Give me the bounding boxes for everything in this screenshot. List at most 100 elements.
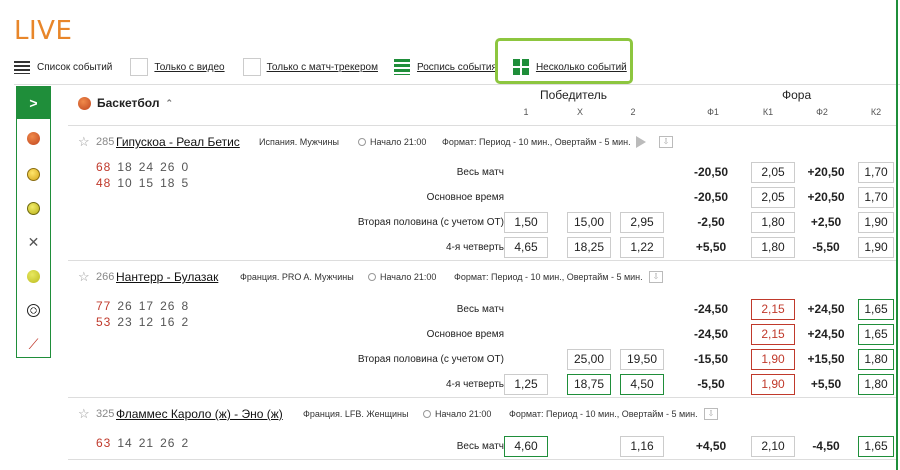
handicap-f1: -15,50 — [693, 352, 729, 366]
event-header: ☆ 325 Фламмес Кароло (ж) - Эно (ж) Франц… — [68, 398, 896, 434]
handicap-f2: +20,50 — [807, 165, 845, 179]
basketball-icon[interactable] — [17, 119, 50, 157]
odds-k1[interactable]: 2,15 — [751, 299, 795, 320]
odds-k1[interactable]: 1,80 — [751, 212, 795, 233]
event-number: 285 — [96, 136, 115, 148]
odds-w1[interactable]: 1,25 — [504, 374, 548, 395]
checkbox-icon[interactable] — [130, 58, 149, 76]
odds-w2[interactable]: 4,50 — [620, 374, 664, 395]
market-row: Основное время -20,50 2,05 +20,50 1,70 — [68, 185, 896, 210]
tracker-icon[interactable]: ⇩ — [704, 408, 718, 420]
odds-x[interactable]: 18,25 — [567, 237, 611, 258]
col-header: К1 — [762, 107, 774, 117]
event-name-link[interactable]: Нантерр - Булазак — [116, 270, 218, 284]
col-header: Ф1 — [707, 107, 719, 117]
event-start-time: Начало 21:00 — [435, 409, 492, 419]
handicap-f1: -20,50 — [693, 190, 729, 204]
mode-event-details[interactable]: Роспись события — [393, 59, 497, 75]
handicap-f2: +24,50 — [807, 302, 845, 316]
odds-k2[interactable]: 1,70 — [858, 187, 894, 208]
market-label: Весь матч — [456, 304, 504, 315]
odds-k2[interactable]: 1,80 — [858, 374, 894, 395]
star-icon[interactable]: ☆ — [78, 134, 90, 150]
odds-w1[interactable]: 4,65 — [504, 237, 548, 258]
handicap-f2: +15,50 — [807, 352, 845, 366]
odds-k1[interactable]: 1,90 — [751, 349, 795, 370]
event-start: Начало 21:00 — [423, 409, 491, 419]
odds-k1[interactable]: 2,15 — [751, 324, 795, 345]
event-start-time: Начало 21:00 — [370, 137, 427, 147]
odds-w1[interactable]: 1,50 — [504, 212, 548, 233]
market-label: Вторая половина (с учетом ОТ) — [357, 217, 504, 228]
mode-label[interactable]: Только с матч-трекером — [267, 62, 378, 73]
handicap-f1: -24,50 — [693, 327, 729, 341]
only-video-checkbox[interactable]: Только с видео — [130, 58, 225, 76]
odds-w2[interactable]: 2,95 — [620, 212, 664, 233]
sport-sidebar: > ✕ ⟋ — [16, 86, 51, 358]
event-country: Франция. PRO A. Мужчины — [240, 272, 354, 282]
market-row: Основное время -24,50 2,15 +24,50 1,65 — [68, 322, 896, 347]
market-row: Весь матч 4,60 1,16 +4,50 2,10 -4,50 1,65 — [68, 434, 896, 459]
only-tracker-checkbox[interactable]: Только с матч-трекером — [242, 58, 378, 76]
table-tennis-icon[interactable]: ⟋ — [17, 327, 50, 361]
odds-k2[interactable]: 1,90 — [858, 212, 894, 233]
odds-k2[interactable]: 1,70 — [858, 162, 894, 183]
tracker-icon[interactable]: ⇩ — [659, 136, 673, 148]
handicap-f2: +24,50 — [807, 327, 845, 341]
event-block: ☆ 266 Нантерр - Булазак Франция. PRO A. … — [68, 261, 896, 398]
mode-event-list[interactable]: Список событий — [14, 60, 112, 74]
odds-k2[interactable]: 1,65 — [858, 436, 894, 457]
odds-w2[interactable]: 1,22 — [620, 237, 664, 258]
sidebar-toggle-button[interactable]: > — [17, 87, 50, 119]
divider — [14, 84, 900, 85]
odds-k1[interactable]: 2,10 — [751, 436, 795, 457]
page-title: LIVE — [14, 16, 73, 46]
clock-icon — [368, 273, 376, 281]
odds-k2[interactable]: 1,90 — [858, 237, 894, 258]
col-header: 2 — [630, 107, 636, 117]
rows-icon — [393, 59, 410, 75]
play-icon[interactable] — [636, 136, 646, 148]
tennis-ball-icon[interactable] — [17, 259, 50, 293]
star-icon[interactable]: ☆ — [78, 269, 90, 285]
football-icon[interactable] — [17, 293, 50, 327]
mode-label[interactable]: Только с видео — [154, 62, 224, 73]
event-header: ☆ 285 Гипускоа - Реал Бетис Испания. Муж… — [68, 126, 896, 160]
mode-label[interactable]: Роспись события — [417, 62, 497, 73]
sport-title[interactable]: Баскетбол ⌃ — [78, 96, 173, 110]
chevron-up-icon[interactable]: ⌃ — [165, 98, 173, 109]
event-block: ☆ 285 Гипускоа - Реал Бетис Испания. Муж… — [68, 126, 896, 261]
handicap-f2: +2,50 — [810, 215, 842, 229]
col-header: Ф2 — [816, 107, 828, 117]
tennis-icon[interactable] — [17, 157, 50, 191]
market-label: Весь матч — [456, 167, 504, 178]
odds-k1[interactable]: 1,90 — [751, 374, 795, 395]
event-header: ☆ 266 Нантерр - Булазак Франция. PRO A. … — [68, 261, 896, 297]
odds-k1[interactable]: 2,05 — [751, 162, 795, 183]
odds-k2[interactable]: 1,65 — [858, 324, 894, 345]
odds-x[interactable]: 15,00 — [567, 212, 611, 233]
hockey-icon[interactable]: ✕ — [17, 225, 50, 259]
odds-w2[interactable]: 19,50 — [620, 349, 664, 370]
odds-x[interactable]: 18,75 — [567, 374, 611, 395]
handicap-f2: -4,50 — [812, 439, 840, 453]
event-country: Испания. Мужчины — [259, 137, 339, 147]
checkbox-icon[interactable] — [242, 58, 261, 76]
tracker-icon[interactable]: ⇩ — [649, 271, 663, 283]
event-format: Формат: Период - 10 мин., Овертайм - 5 м… — [509, 409, 698, 419]
clock-icon — [358, 138, 366, 146]
odds-k1[interactable]: 1,80 — [751, 237, 795, 258]
odds-x[interactable]: 25,00 — [567, 349, 611, 370]
handicap-f1: -20,50 — [693, 165, 729, 179]
odds-k2[interactable]: 1,80 — [858, 349, 894, 370]
handicap-f1: -5,50 — [697, 377, 725, 391]
volleyball-icon[interactable] — [17, 191, 50, 225]
event-name-link[interactable]: Гипускоа - Реал Бетис — [116, 135, 240, 149]
market-row: Весь матч -20,50 2,05 +20,50 1,70 — [68, 160, 896, 185]
odds-w1[interactable]: 4,60 — [504, 436, 548, 457]
event-name-link[interactable]: Фламмес Кароло (ж) - Эно (ж) — [116, 407, 283, 421]
star-icon[interactable]: ☆ — [78, 406, 90, 422]
odds-w2[interactable]: 1,16 — [620, 436, 664, 457]
odds-k2[interactable]: 1,65 — [858, 299, 894, 320]
odds-k1[interactable]: 2,05 — [751, 187, 795, 208]
